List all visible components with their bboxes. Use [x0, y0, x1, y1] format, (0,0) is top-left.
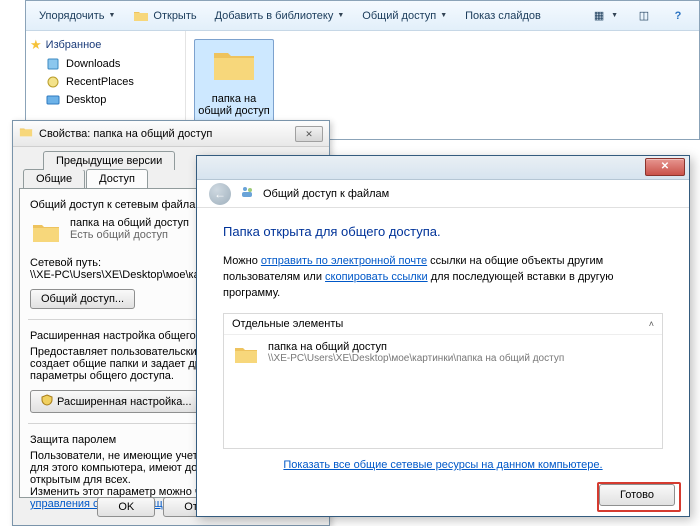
items-header[interactable]: Отдельные элементы ˄ [224, 314, 662, 335]
folder-icon [30, 217, 62, 249]
nav-item-desktop[interactable]: Desktop [30, 91, 181, 109]
wizard-heading: Папка открыта для общего доступа. [223, 224, 663, 239]
tab-general[interactable]: Общие [23, 169, 85, 188]
favorites-header[interactable]: ★ Избранное [30, 37, 181, 53]
wizard-titlebar[interactable]: ✕ [197, 156, 689, 180]
ok-button[interactable]: OK [97, 497, 155, 517]
close-button[interactable]: ✕ [295, 126, 323, 142]
folder-icon [232, 341, 260, 372]
view-button[interactable]: ▦▼ [584, 4, 625, 28]
wizard-body-text: Можно отправить по электронной почте ссы… [223, 253, 663, 301]
folder-icon [210, 41, 258, 89]
nav-item-label: RecentPlaces [66, 76, 134, 88]
panel-icon: ◫ [636, 8, 652, 24]
shared-item-name: папка на общий доступ [268, 341, 564, 353]
explorer-window: Упорядочить ▼ Открыть Добавить в библиот… [25, 0, 700, 140]
chevron-down-icon: ▼ [108, 12, 115, 19]
open-button[interactable]: Открыть [126, 4, 203, 28]
tab-prev-versions[interactable]: Предыдущие версии [43, 151, 175, 170]
view-icon: ▦ [591, 8, 607, 24]
email-link[interactable]: отправить по электронной почте [261, 255, 427, 267]
shared-item-path: \\XE-PC\Users\XE\Desktop\мое\картинки\па… [268, 353, 564, 364]
chevron-down-icon: ▼ [440, 12, 447, 19]
items-header-label: Отдельные элементы [232, 318, 343, 330]
recent-icon [46, 75, 60, 89]
organize-button[interactable]: Упорядочить ▼ [32, 6, 122, 26]
wizard-nav-title: Общий доступ к файлам [263, 188, 389, 200]
share-folder-name: папка на общий доступ [70, 217, 189, 229]
folder-item[interactable]: папка на общий доступ [194, 39, 274, 131]
chevron-down-icon: ▼ [611, 12, 618, 19]
nav-item-downloads[interactable]: Downloads [30, 55, 181, 73]
advanced-settings-button[interactable]: Расширенная настройка... [30, 390, 203, 413]
preview-pane-button[interactable]: ◫ [629, 4, 659, 28]
back-button[interactable]: ← [209, 183, 231, 205]
people-icon [239, 184, 255, 203]
slideshow-button[interactable]: Показ слайдов [458, 6, 548, 26]
share-label: Общий доступ [362, 10, 436, 22]
help-button[interactable]: ? [663, 4, 693, 28]
chevron-down-icon: ▼ [337, 12, 344, 19]
slideshow-label: Показ слайдов [465, 10, 541, 22]
shield-icon [41, 394, 53, 409]
downloads-icon [46, 57, 60, 71]
properties-title-text: Свойства: папка на общий доступ [39, 128, 212, 140]
favorites-label: Избранное [46, 39, 102, 51]
organize-label: Упорядочить [39, 10, 104, 22]
show-all-resources-link[interactable]: Показать все общие сетевые ресурсы на да… [283, 459, 602, 471]
folder-icon [19, 125, 33, 142]
chevron-up-icon[interactable]: ˄ [649, 319, 654, 329]
done-button[interactable]: Готово [599, 484, 675, 506]
share-status: Есть общий доступ [70, 229, 189, 241]
add-library-label: Добавить в библиотеку [215, 10, 334, 22]
advanced-btn-label: Расширенная настройка... [57, 396, 192, 408]
file-sharing-wizard: ✕ ← Общий доступ к файлам Папка открыта … [196, 155, 690, 517]
nav-item-label: Downloads [66, 58, 120, 70]
copy-links-link[interactable]: скопировать ссылки [325, 271, 428, 283]
explorer-toolbar: Упорядочить ▼ Открыть Добавить в библиот… [26, 1, 699, 31]
close-button[interactable]: ✕ [645, 158, 685, 176]
help-icon: ? [670, 8, 686, 24]
arrow-left-icon: ← [214, 187, 226, 201]
open-label: Открыть [153, 10, 196, 22]
star-icon: ★ [30, 37, 42, 53]
add-library-button[interactable]: Добавить в библиотеку ▼ [208, 6, 352, 26]
open-icon [133, 8, 149, 24]
properties-titlebar[interactable]: Свойства: папка на общий доступ ✕ [13, 121, 329, 147]
items-box: Отдельные элементы ˄ папка на общий дост… [223, 313, 663, 449]
share-button[interactable]: Общий доступ... [30, 289, 135, 309]
nav-item-recent[interactable]: RecentPlaces [30, 73, 181, 91]
folder-label: папка на общий доступ [196, 93, 272, 117]
nav-item-label: Desktop [66, 94, 106, 106]
shared-item-row[interactable]: папка на общий доступ \\XE-PC\Users\XE\D… [224, 335, 662, 378]
share-button[interactable]: Общий доступ ▼ [355, 6, 454, 26]
tab-access[interactable]: Доступ [86, 169, 148, 188]
desktop-icon [46, 93, 60, 107]
wizard-nav: ← Общий доступ к файлам [197, 180, 689, 208]
